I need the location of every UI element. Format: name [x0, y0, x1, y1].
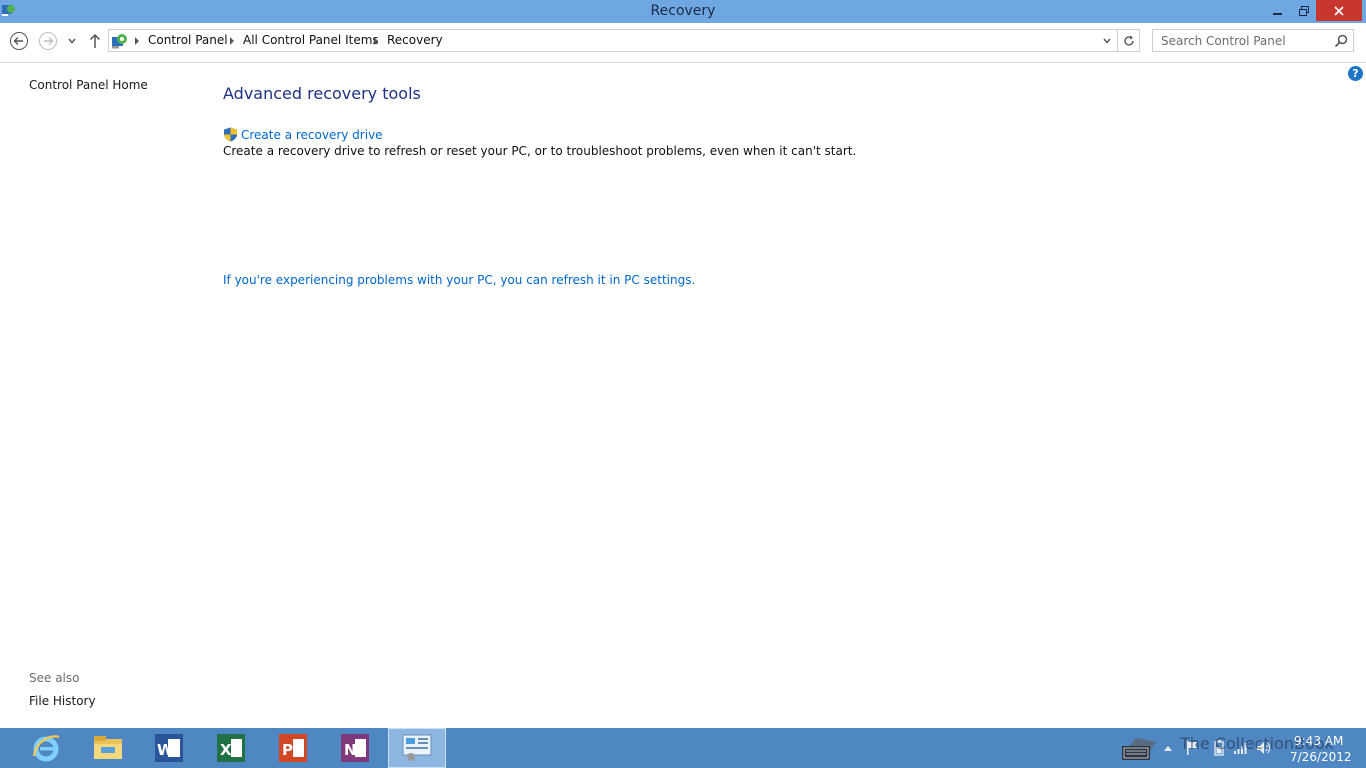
powerpoint-icon: P — [279, 734, 307, 762]
minimize-icon — [1273, 12, 1282, 15]
navigation-bar: Control Panel All Control Panel Items Re… — [0, 23, 1366, 63]
excel-icon: X — [217, 734, 245, 762]
minimize-button[interactable] — [1265, 0, 1291, 21]
svg-text:N: N — [344, 741, 357, 759]
up-button[interactable] — [85, 31, 105, 51]
svg-text:P: P — [282, 741, 293, 759]
breadcrumb-control-panel[interactable]: Control Panel — [148, 33, 228, 47]
taskbar-word[interactable]: W — [140, 728, 198, 768]
file-history-link[interactable]: File History — [29, 694, 96, 708]
forward-button[interactable] — [38, 31, 58, 51]
restore-button[interactable] — [1291, 0, 1317, 21]
refresh-button[interactable] — [1117, 30, 1140, 51]
recent-locations-button[interactable] — [63, 31, 81, 51]
refresh-pc-settings-link[interactable]: If you're experiencing problems with you… — [223, 273, 695, 287]
page-title: Advanced recovery tools — [223, 84, 421, 103]
recovery-drive-description: Create a recovery drive to refresh or re… — [223, 144, 857, 158]
taskbar-excel[interactable]: X — [202, 728, 260, 768]
breadcrumb-recovery[interactable]: Recovery — [387, 33, 443, 47]
touch-keyboard-icon[interactable] — [1118, 734, 1158, 762]
chevron-up-icon — [1164, 746, 1172, 751]
control-panel-home-link[interactable]: Control Panel Home — [29, 78, 148, 92]
internet-explorer-icon — [32, 735, 60, 762]
close-button[interactable] — [1316, 0, 1362, 21]
address-bar[interactable]: Control Panel All Control Panel Items Re… — [108, 29, 1140, 52]
title-bar: Recovery — [0, 0, 1366, 23]
taskbar-file-explorer[interactable] — [79, 728, 137, 768]
chevron-down-icon — [68, 38, 76, 44]
address-dropdown-button[interactable] — [1097, 30, 1117, 51]
up-arrow-icon — [89, 33, 101, 48]
breadcrumb-separator-icon[interactable] — [133, 35, 141, 47]
control-panel-icon — [402, 734, 432, 761]
clock-date[interactable]: 7/26/2012 — [1290, 750, 1352, 764]
taskbar-internet-explorer[interactable] — [17, 728, 75, 768]
show-hidden-icons-button[interactable] — [1160, 740, 1176, 756]
breadcrumb-separator-icon[interactable] — [228, 35, 236, 47]
search-input[interactable] — [1153, 30, 1331, 51]
restore-icon — [1299, 5, 1309, 16]
control-panel-location-icon — [112, 34, 127, 49]
see-also-label: See also — [29, 671, 80, 685]
back-arrow-icon — [10, 32, 28, 50]
breadcrumb-separator-icon[interactable] — [372, 35, 380, 47]
search-box[interactable] — [1152, 29, 1354, 52]
word-icon: W — [155, 734, 183, 762]
back-button[interactable] — [9, 31, 29, 51]
svg-text:X: X — [220, 741, 232, 759]
onenote-icon: N — [341, 734, 369, 762]
taskbar-control-panel[interactable] — [388, 728, 446, 768]
close-icon — [1334, 5, 1344, 16]
uac-shield-icon — [224, 127, 237, 142]
taskbar: W X P N The CollectionBook 9:43 AM 7/26/… — [0, 728, 1366, 768]
svg-text:W: W — [157, 741, 174, 759]
taskbar-powerpoint[interactable]: P — [264, 728, 322, 768]
create-recovery-drive-link[interactable]: Create a recovery drive — [241, 128, 383, 142]
search-icon[interactable] — [1333, 33, 1349, 49]
help-icon[interactable]: ? — [1348, 66, 1363, 81]
forward-arrow-icon — [39, 32, 57, 50]
folder-icon — [94, 736, 122, 759]
refresh-icon — [1124, 35, 1134, 46]
breadcrumb-all-control-panel-items[interactable]: All Control Panel Items — [243, 33, 379, 47]
chevron-down-icon — [1103, 38, 1111, 44]
clock-time[interactable]: 9:43 AM — [1294, 734, 1343, 748]
window-title: Recovery — [650, 3, 716, 19]
taskbar-onenote[interactable]: N — [326, 728, 384, 768]
